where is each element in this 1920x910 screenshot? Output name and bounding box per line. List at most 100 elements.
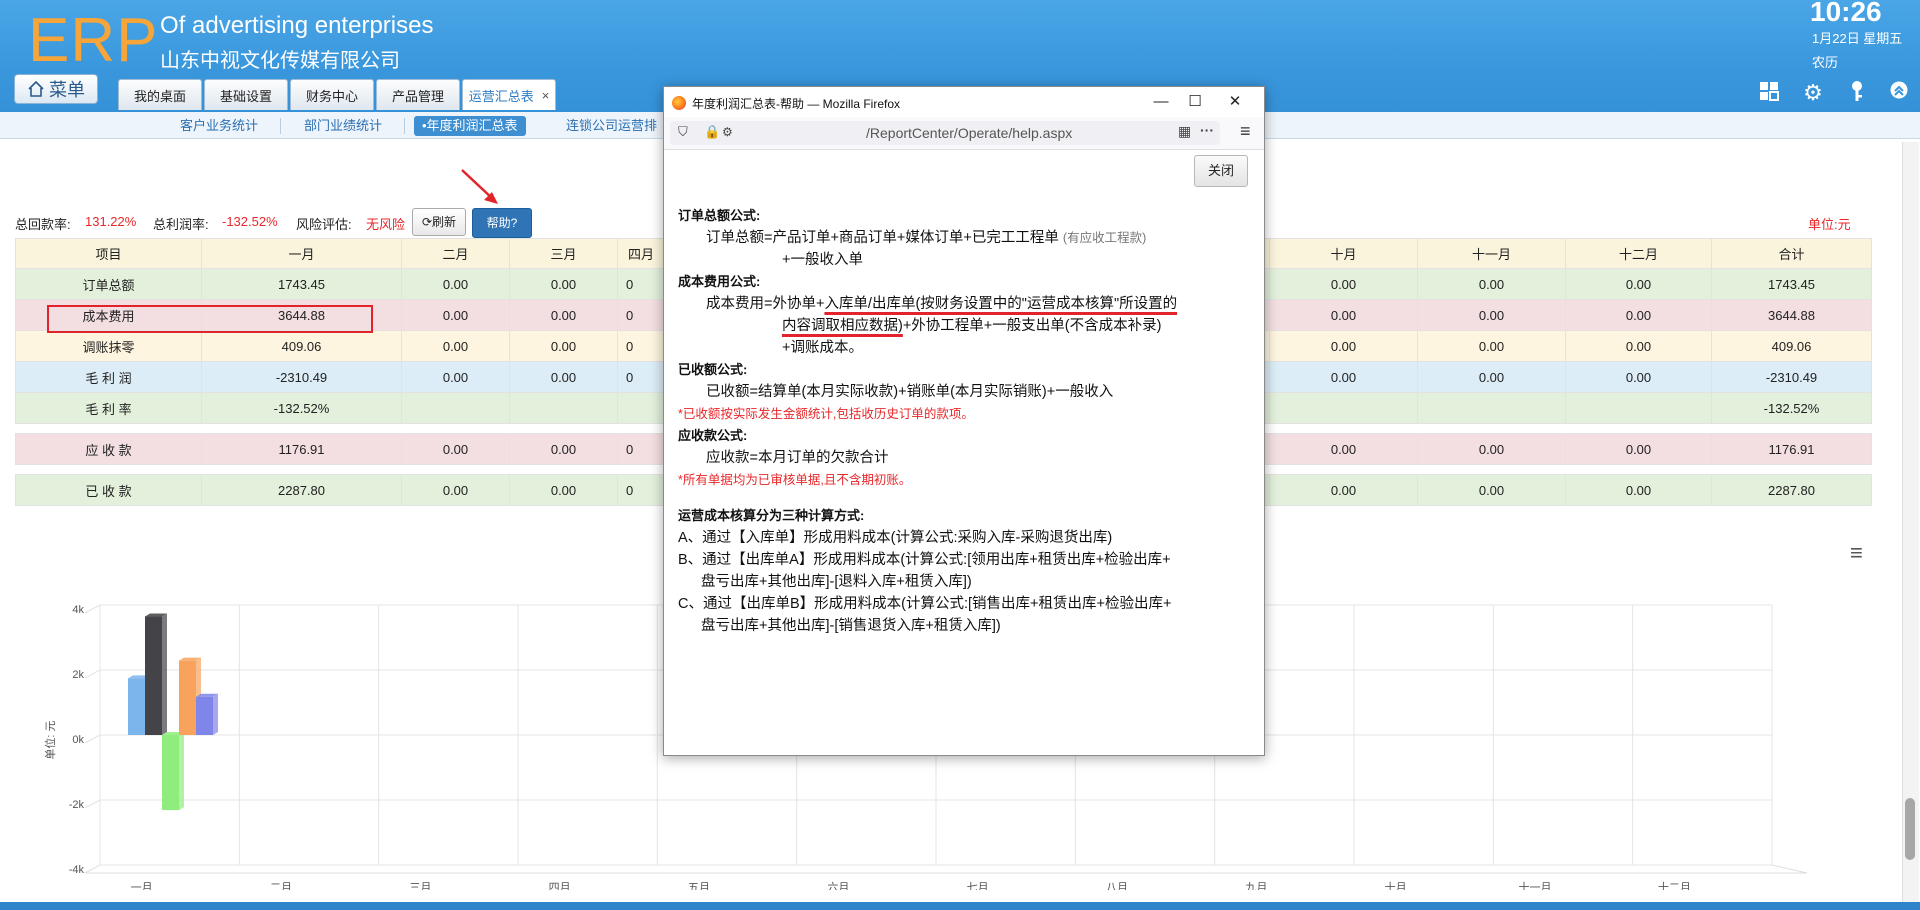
- table-cell: 0.00: [509, 433, 618, 465]
- table-cell: 1743.45: [201, 268, 402, 300]
- x-tick-label: 十月: [1385, 880, 1407, 890]
- menu-button[interactable]: 菜单: [14, 74, 98, 104]
- table-cell: [401, 392, 510, 424]
- column-header: 十一月: [1417, 238, 1566, 269]
- subnav-customer-stats[interactable]: 客户业务统计: [180, 116, 258, 136]
- risk-label: 风险评估:: [296, 217, 352, 232]
- table-cell: 0.00: [1565, 474, 1712, 506]
- column-header: 三月: [509, 238, 618, 269]
- chart-menu-icon[interactable]: ≡: [1850, 540, 1863, 566]
- x-tick-label: 四月: [549, 882, 571, 890]
- table-cell: 0.00: [1417, 330, 1566, 362]
- table-cell: -132.52%: [1711, 392, 1872, 424]
- scrollbar-thumb[interactable]: [1905, 798, 1915, 860]
- receivable-formula-line: 应收款=本月订单的欠款合计: [706, 450, 889, 466]
- tab-products[interactable]: 产品管理: [376, 79, 460, 110]
- maximize-button[interactable]: ☐: [1180, 91, 1210, 113]
- home-icon: [28, 80, 44, 97]
- y-tick-label: 2k: [72, 669, 84, 681]
- receivable-formula-title: 应收款公式:: [678, 428, 748, 443]
- table-cell: 0.00: [1565, 361, 1712, 393]
- x-tick-label: 二月: [270, 882, 292, 890]
- method-b: B、通过【出库单A】形成用料成本(计算公式:[领用出库+租赁出库+检验出库+: [678, 552, 1171, 568]
- table-cell: 0.00: [1565, 433, 1712, 465]
- page-actions-icon[interactable]: ···: [1200, 122, 1214, 138]
- order-formula-line: 订单总额=产品订单+商品订单+媒体订单+已完工工程单 (有应收工程款): [678, 227, 1258, 249]
- firefox-icon: [672, 96, 686, 110]
- column-header: 项目: [15, 238, 202, 269]
- profit-rate-label: 总利润率:: [153, 217, 209, 232]
- table-cell: 0.00: [1269, 268, 1418, 300]
- erp-logo: ERP: [28, 6, 159, 75]
- url-text: /ReportCenter/Operate/help.aspx: [866, 125, 1073, 141]
- table-cell: 0.00: [1269, 474, 1418, 506]
- y-tick-label: 0k: [72, 734, 84, 746]
- tab-desktop[interactable]: 我的桌面: [118, 79, 202, 110]
- table-cell: 0.00: [1269, 433, 1418, 465]
- bottom-bar: [0, 902, 1920, 910]
- cost-formula-cont-2: +调账成本。: [782, 340, 863, 356]
- page-scrollbar[interactable]: [1902, 142, 1919, 902]
- table-cell: 0.00: [401, 330, 510, 362]
- help-button[interactable]: 帮助?: [472, 208, 532, 238]
- x-tick-label: 三月: [409, 882, 431, 890]
- tab-finance[interactable]: 财务中心: [290, 79, 374, 110]
- help-popup-window: 年度利润汇总表-帮助 — Mozilla Firefox — ☐ ✕ ⛉ 🔒 ⚙…: [663, 86, 1265, 756]
- close-icon[interactable]: ×: [542, 88, 550, 103]
- table-cell: 0.00: [1417, 433, 1566, 465]
- table-cell: [1565, 392, 1712, 424]
- column-header: 十二月: [1565, 238, 1712, 269]
- profit-rate-value: -132.52%: [222, 214, 278, 229]
- hamburger-menu-icon[interactable]: ≡: [1240, 121, 1251, 142]
- chart-bar: [145, 616, 162, 735]
- received-formula-line: 已收额=结算单(本月实际收款)+销账单(本月实际销账)+一般收入: [706, 384, 1114, 400]
- table-cell: 1743.45: [1711, 268, 1872, 300]
- gear-icon[interactable]: ⚙: [1800, 80, 1826, 106]
- collapse-icon[interactable]: [1886, 80, 1912, 106]
- chart-bar: [162, 735, 179, 811]
- x-tick-label: 七月: [967, 881, 989, 890]
- refresh-label: 刷新: [432, 215, 457, 229]
- row-label: 调账抹零: [15, 330, 202, 362]
- table-cell: 0.00: [401, 268, 510, 300]
- order-formula-cont: +一般收入单: [782, 252, 863, 268]
- close-button[interactable]: 关闭: [1194, 155, 1248, 187]
- table-cell: 0.00: [1269, 330, 1418, 362]
- qr-code-icon[interactable]: ▦: [1178, 123, 1191, 140]
- method-c-cont: 盘亏出库+其他出库]-[销售退货入库+租赁入库]): [701, 618, 1001, 634]
- y-tick-label: 4k: [72, 604, 84, 616]
- recovery-rate-label: 总回款率:: [15, 217, 71, 232]
- tab-operations-summary[interactable]: 运营汇总表 ×: [462, 79, 556, 110]
- table-cell: 2287.80: [1711, 474, 1872, 506]
- x-tick-label: 十二月: [1658, 880, 1691, 890]
- table-cell: 0.00: [1565, 299, 1712, 331]
- cost-formula-title: 成本费用公式:: [678, 274, 761, 289]
- address-field[interactable]: ⛉ 🔒 ⚙ /ReportCenter/Operate/help.aspx ▦ …: [670, 121, 1220, 145]
- cost-highlight-box: [47, 305, 373, 333]
- cost-formula-underlined-2: 内容调取相应数据): [782, 318, 903, 334]
- close-window-button[interactable]: ✕: [1220, 91, 1250, 113]
- minimize-button[interactable]: —: [1146, 91, 1176, 113]
- key-icon[interactable]: [1844, 80, 1870, 106]
- shield-icon: ⛉: [678, 124, 688, 139]
- refresh-button[interactable]: ⟳刷新: [412, 208, 466, 236]
- tab-label: 基础设置: [219, 88, 272, 104]
- table-cell: 0.00: [1417, 268, 1566, 300]
- order-formula-title: 订单总额公式:: [678, 208, 761, 223]
- x-tick-label: 五月: [688, 882, 710, 890]
- subnav-department-stats[interactable]: 部门业绩统计: [304, 116, 382, 136]
- table-cell: 3644.88: [1711, 299, 1872, 331]
- x-tick-label: 一月: [131, 882, 153, 890]
- subnav-annual-profit[interactable]: •年度利润汇总表: [414, 116, 526, 136]
- table-cell: [509, 392, 618, 424]
- layout-icon[interactable]: [1756, 80, 1782, 106]
- row-label: 订单总额: [15, 268, 202, 300]
- subnav-chain-ranking[interactable]: 连锁公司运营排: [566, 116, 657, 136]
- table-cell: 0.00: [1565, 268, 1712, 300]
- table-cell: 0.00: [401, 299, 510, 331]
- tab-basic-settings[interactable]: 基础设置: [204, 79, 288, 110]
- method-title: 运营成本核算分为三种计算方式:: [678, 508, 865, 523]
- x-tick-label: 九月: [1245, 881, 1267, 890]
- column-header: 合计: [1711, 238, 1872, 269]
